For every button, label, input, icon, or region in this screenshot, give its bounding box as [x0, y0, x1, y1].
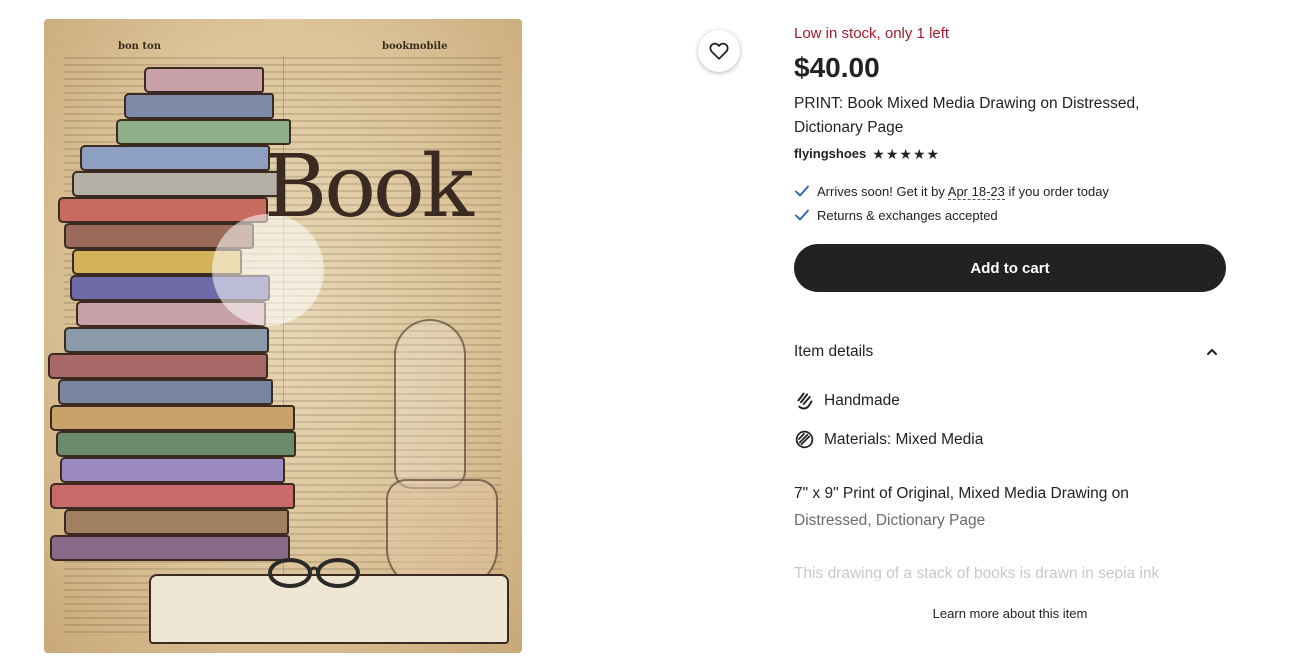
materials-icon	[795, 430, 814, 449]
book-illustration	[58, 197, 268, 223]
add-to-cart-button[interactable]: Add to cart	[794, 244, 1226, 292]
detail-materials-label: Materials: Mixed Media	[824, 430, 984, 448]
book-illustration	[60, 457, 285, 483]
learn-more-button[interactable]: Learn more about this item	[794, 606, 1226, 621]
product-image[interactable]: bon ton bookmobile Book	[44, 19, 522, 653]
book-illustration	[48, 353, 268, 379]
chevron-up-icon	[1207, 349, 1217, 355]
check-icon	[795, 185, 809, 197]
item-details-title: Item details	[794, 343, 874, 360]
book-illustration	[64, 509, 289, 535]
oil-lamp-glass	[394, 319, 466, 489]
art-title-word: Book	[264, 137, 474, 237]
price: $40.00	[794, 52, 880, 83]
star-icon: ★	[872, 145, 885, 162]
book-illustration	[58, 379, 273, 405]
arrival-suffix: if you order today	[1004, 183, 1109, 199]
glasses-illustration	[268, 558, 360, 588]
arrival-text: Arrives soon! Get it by Apr 18-23 if you…	[817, 183, 1109, 200]
rating-stars[interactable]: ★ ★ ★ ★ ★	[872, 147, 939, 161]
heart-icon	[709, 42, 729, 60]
book-illustration	[124, 93, 274, 119]
favorite-button[interactable]	[698, 30, 740, 72]
hand-icon	[797, 392, 813, 410]
book-illustration	[64, 327, 269, 353]
dictionary-guide-word-left: bon ton	[118, 41, 161, 52]
detail-handmade: Handmade	[794, 390, 900, 411]
star-icon: ★	[926, 145, 940, 162]
shop-name-link[interactable]: flyingshoes	[794, 146, 866, 161]
detail-handmade-label: Handmade	[824, 391, 900, 409]
book-illustration	[50, 535, 290, 561]
description-line-2: Distressed, Dictionary Page	[794, 512, 986, 529]
star-icon: ★	[885, 145, 899, 162]
book-illustration	[80, 145, 270, 171]
listing-title: PRINT: Book Mixed Media Drawing on Distr…	[794, 95, 1140, 136]
returns-text: Returns & exchanges accepted	[817, 207, 998, 223]
dictionary-guide-word-right: bookmobile	[382, 41, 448, 52]
book-illustration	[144, 67, 264, 93]
oil-lamp-base	[386, 479, 498, 589]
book-illustration	[56, 431, 296, 457]
shop-row: flyingshoes ★ ★ ★ ★ ★	[794, 146, 939, 161]
star-icon: ★	[912, 145, 926, 162]
description-line-1: 7" x 9" Print of Original, Mixed Media D…	[794, 485, 1129, 502]
returns-perk: Returns & exchanges accepted	[794, 207, 998, 223]
book-illustration	[50, 405, 295, 431]
book-illustration	[72, 171, 282, 197]
star-icon: ★	[899, 145, 912, 162]
item-description: 7" x 9" Print of Original, Mixed Media D…	[794, 480, 1214, 534]
item-details-toggle[interactable]: Item details	[794, 340, 1226, 364]
arrival-dates-link[interactable]: Apr 18-23	[947, 183, 1005, 200]
detail-materials: Materials: Mixed Media	[794, 429, 983, 450]
stock-status: Low in stock, only 1 left	[794, 25, 950, 42]
arrival-perk: Arrives soon! Get it by Apr 18-23 if you…	[794, 183, 1109, 200]
arrival-prefix: Arrives soon! Get it by	[817, 183, 948, 199]
check-icon	[795, 209, 809, 221]
book-illustration	[50, 483, 295, 509]
